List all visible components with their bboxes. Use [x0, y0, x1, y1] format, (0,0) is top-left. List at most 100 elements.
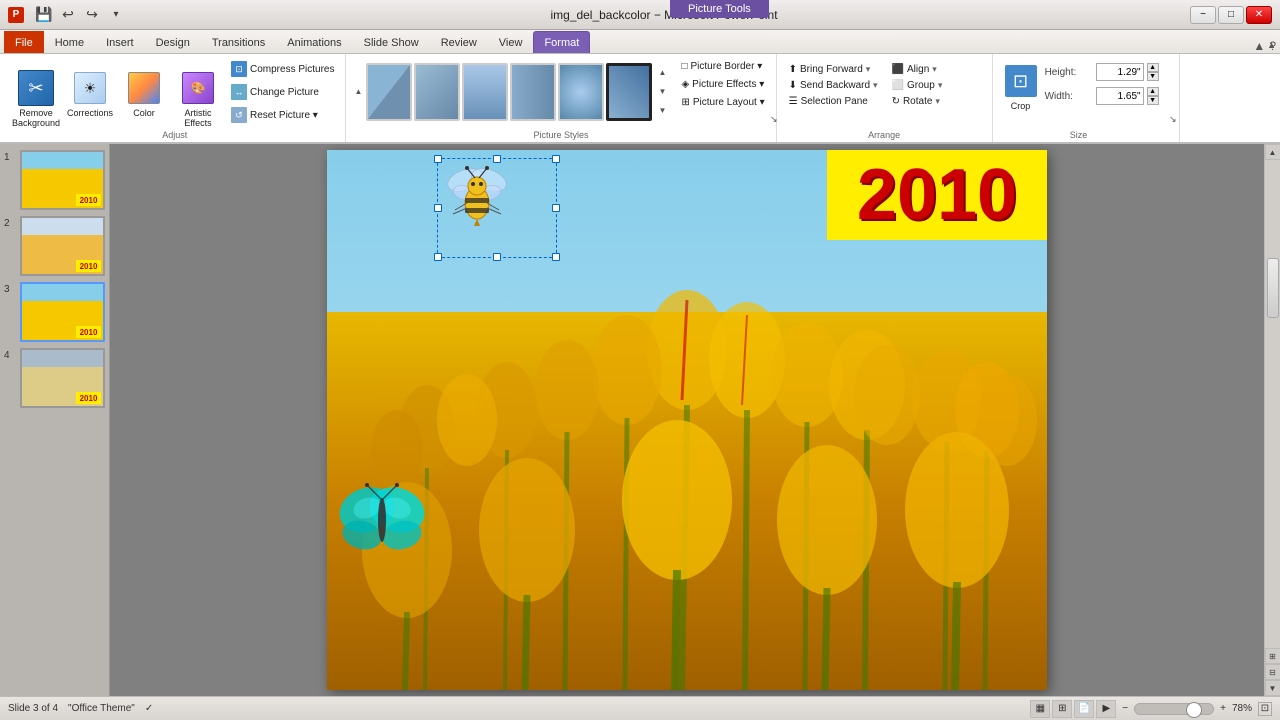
- picture-effects-button[interactable]: ◈ Picture Effects ▾: [676, 76, 769, 93]
- redo-quick-btn[interactable]: ↪: [82, 5, 102, 25]
- remove-bg-label: Remove Background: [12, 108, 60, 128]
- handle-br[interactable]: [552, 253, 560, 261]
- spell-icon[interactable]: ✓: [145, 703, 153, 714]
- thumb-year-4: 2010: [76, 392, 101, 404]
- slideshow-btn[interactable]: ▶: [1096, 700, 1116, 718]
- style-thumb-3[interactable]: [462, 63, 508, 121]
- year-text: 2010: [857, 154, 1017, 236]
- arrange-group-label: Arrange: [777, 130, 992, 140]
- arrange-content: ⬆ Bring Forward ▾ ⬇ Send Backward ▾ ☰ Se…: [783, 58, 986, 140]
- width-decrease-btn[interactable]: ▼: [1147, 96, 1159, 105]
- rotate-button[interactable]: ↻ Rotate ▾: [886, 94, 986, 109]
- slide-img-3[interactable]: 2010: [20, 282, 105, 342]
- tab-view[interactable]: View: [488, 31, 534, 53]
- handle-tr[interactable]: [552, 155, 560, 163]
- crop-button[interactable]: ⊡ Crop: [999, 58, 1043, 126]
- zoom-in-btn[interactable]: +: [1220, 703, 1226, 714]
- style-thumb-4[interactable]: [510, 63, 556, 121]
- scroll-expand-down-btn[interactable]: ⊟: [1265, 664, 1280, 680]
- scroll-up-btn[interactable]: ▲: [1265, 144, 1280, 160]
- more-quick-btn[interactable]: ▾: [106, 5, 126, 25]
- handle-mr[interactable]: [552, 204, 560, 212]
- corrections-button[interactable]: ☀ Corrections: [64, 65, 116, 133]
- size-expand-btn[interactable]: ↘: [1169, 114, 1177, 125]
- compress-pictures-button[interactable]: ⊡ Compress Pictures: [226, 58, 339, 80]
- remove-background-button[interactable]: ✂ Remove Background: [10, 65, 62, 133]
- tab-transitions[interactable]: Transitions: [201, 31, 276, 53]
- tab-file[interactable]: File: [4, 31, 44, 53]
- theme-info: "Office Theme": [68, 703, 135, 714]
- height-input[interactable]: [1096, 63, 1144, 81]
- normal-view-btn[interactable]: ▦: [1030, 700, 1050, 718]
- ribbon-minimize-btn[interactable]: ▲: [1253, 39, 1265, 53]
- scroll-down-btn[interactable]: ▼: [1265, 680, 1280, 696]
- style-side-btns: □ Picture Border ▾ ◈ Picture Effects ▾ ⊞…: [676, 58, 769, 125]
- handle-bl[interactable]: [434, 253, 442, 261]
- rotate-label: Rotate: [903, 96, 932, 107]
- slide-thumb-3[interactable]: 3 2010: [4, 282, 105, 342]
- zoom-slider[interactable]: [1134, 703, 1214, 715]
- tab-format[interactable]: Format: [533, 31, 590, 53]
- fit-btn[interactable]: ⊡: [1258, 702, 1272, 716]
- tab-review[interactable]: Review: [430, 31, 488, 53]
- corrections-icon-shape: ☀: [74, 72, 106, 104]
- reading-view-btn[interactable]: 📄: [1074, 700, 1094, 718]
- group-button[interactable]: ⬜ Group ▾: [886, 78, 986, 93]
- handle-bc[interactable]: [493, 253, 501, 261]
- zoom-thumb[interactable]: [1186, 702, 1202, 718]
- style-thumb-5[interactable]: [558, 63, 604, 121]
- slide-thumb-4[interactable]: 4 2010: [4, 348, 105, 408]
- app-icon: P: [8, 7, 24, 23]
- slide-img-4[interactable]: 2010: [20, 348, 105, 408]
- minimize-btn[interactable]: −: [1190, 6, 1216, 24]
- width-spinner: Width: ▲ ▼: [1045, 87, 1159, 105]
- style-thumb-1[interactable]: [366, 63, 412, 121]
- picture-layout-label: Picture Layout ▾: [693, 97, 765, 108]
- align-button[interactable]: ⬛ Align ▾: [886, 62, 986, 77]
- bee-image-selected[interactable]: [437, 158, 557, 258]
- tab-insert[interactable]: Insert: [95, 31, 145, 53]
- tab-design[interactable]: Design: [145, 31, 201, 53]
- picture-border-button[interactable]: □ Picture Border ▾: [676, 58, 769, 75]
- height-increase-btn[interactable]: ▲: [1147, 63, 1159, 72]
- slide-canvas[interactable]: 2010: [327, 150, 1047, 690]
- reset-picture-button[interactable]: ↺ Reset Picture ▾: [226, 104, 339, 126]
- height-decrease-btn[interactable]: ▼: [1147, 72, 1159, 81]
- slide-thumb-2[interactable]: 2 2010: [4, 216, 105, 276]
- tab-animations[interactable]: Animations: [276, 31, 352, 53]
- scroll-expand-up-btn[interactable]: ⊞: [1265, 648, 1280, 664]
- width-input[interactable]: [1096, 87, 1144, 105]
- color-button[interactable]: Color: [118, 65, 170, 133]
- save-quick-btn[interactable]: 💾: [34, 5, 54, 25]
- style-thumb-6[interactable]: [606, 63, 652, 121]
- reset-icon: ↺: [231, 107, 247, 123]
- tab-home[interactable]: Home: [44, 31, 95, 53]
- year-box: 2010: [827, 150, 1047, 240]
- slide-info: Slide 3 of 4: [8, 703, 58, 714]
- slide-thumb-1[interactable]: 1 2010: [4, 150, 105, 210]
- style-thumb-2[interactable]: [414, 63, 460, 121]
- tab-slideshow[interactable]: Slide Show: [353, 31, 430, 53]
- send-backward-icon: ⬇: [789, 80, 797, 91]
- scroll-track[interactable]: [1265, 160, 1280, 648]
- status-right: ▦ ⊞ 📄 ▶ − + 78% ⊡: [1030, 700, 1272, 718]
- width-increase-btn[interactable]: ▲: [1147, 87, 1159, 96]
- selection-pane-button[interactable]: ☰ Selection Pane: [783, 94, 884, 109]
- send-backward-button[interactable]: ⬇ Send Backward ▾: [783, 78, 884, 93]
- bring-forward-button[interactable]: ⬆ Bring Forward ▾: [783, 62, 884, 77]
- artistic-effects-button[interactable]: 🎨 Artistic Effects: [172, 65, 224, 133]
- style-thumb-more[interactable]: ▲ ▼ ▼: [654, 63, 670, 121]
- picture-layout-button[interactable]: ⊞ Picture Layout ▾: [676, 94, 769, 111]
- scroll-thumb[interactable]: [1267, 258, 1279, 318]
- slide-img-2[interactable]: 2010: [20, 216, 105, 276]
- ribbon-collapse-btn[interactable]: ▲: [1267, 40, 1276, 50]
- zoom-out-btn[interactable]: −: [1122, 703, 1128, 714]
- butterfly-image[interactable]: [337, 480, 427, 560]
- styles-scroll-up[interactable]: ▲: [352, 63, 364, 121]
- slide-img-1[interactable]: 2010: [20, 150, 105, 210]
- change-label: Change Picture: [250, 87, 319, 98]
- slide-sorter-btn[interactable]: ⊞: [1052, 700, 1072, 718]
- change-picture-button[interactable]: ↔ Change Picture: [226, 81, 339, 103]
- maximize-btn[interactable]: □: [1218, 6, 1244, 24]
- undo-quick-btn[interactable]: ↩: [58, 5, 78, 25]
